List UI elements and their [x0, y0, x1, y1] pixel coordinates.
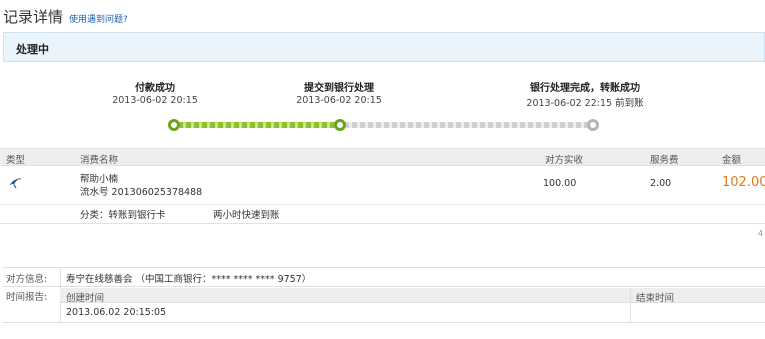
- edge-glyph: 4: [758, 229, 764, 238]
- table-header: 类型 消费名称 对方实收 服务费 金额: [0, 148, 765, 166]
- help-link[interactable]: 使用遇到问题?: [69, 12, 128, 25]
- step-title: 银行处理完成，转账成功: [530, 83, 640, 94]
- step-submitted-to-bank: 提交到银行处理 2013-06-02 20:15: [259, 79, 419, 106]
- col-name: 消费名称: [80, 155, 119, 166]
- counterparty-row: 对方信息: 寿宁在线慈善会 （中国工商银行：**** **** **** 975…: [3, 267, 765, 287]
- step-title: 提交到银行处理: [304, 83, 374, 94]
- step-time: 2013-06-02 20:15: [112, 95, 198, 106]
- end-time-header: 结束时间: [636, 293, 675, 304]
- progress-segment-pending: [344, 122, 590, 128]
- created-time-value: 2013.06.02 20:15:05: [66, 307, 167, 318]
- transfer-bird-icon: [9, 178, 21, 189]
- record-speed: 两小时快速到账: [213, 210, 280, 221]
- col-type: 类型: [6, 155, 26, 166]
- record-received: 100.00: [543, 178, 577, 189]
- record-amount: 102.00: [722, 175, 765, 190]
- record-name: 帮助小楠: [80, 174, 119, 185]
- page-title: 记录详情: [3, 8, 64, 26]
- page-header: 记录详情 使用遇到问题?: [3, 6, 128, 26]
- col-amount: 金额: [722, 155, 742, 166]
- created-time-header: 创建时间: [66, 293, 105, 304]
- time-column-divider: [630, 288, 631, 323]
- record-category: 分类：转账到银行卡: [80, 210, 166, 221]
- step-time: 2013-06-02 20:15: [296, 95, 382, 106]
- time-report-header: 创建时间 结束时间: [60, 288, 765, 304]
- progress-segment-done: [178, 122, 340, 128]
- step-title: 付款成功: [135, 83, 175, 94]
- step-payment-success: 付款成功 2013-06-02 20:15: [75, 79, 235, 106]
- progress-node-1-icon: [168, 119, 180, 131]
- progress-node-2-icon: [334, 119, 346, 131]
- step-time: 2013-06-02 22:15 前到账: [526, 98, 644, 109]
- col-received: 对方实收: [545, 155, 584, 166]
- record-serial: 流水号 201306025378488: [80, 187, 203, 198]
- step-bank-complete: 银行处理完成，转账成功 2013-06-02 22:15 前到账: [505, 79, 665, 109]
- counterparty-label: 对方信息:: [6, 274, 48, 285]
- col-fee: 服务费: [650, 155, 679, 166]
- counterparty-value: 寿宁在线慈善会 （中国工商银行：**** **** **** 9757）: [66, 274, 312, 285]
- status-label: 处理中: [16, 43, 49, 56]
- record-fee: 2.00: [650, 178, 672, 189]
- time-report-label: 时间报告:: [6, 292, 48, 303]
- status-bar: 处理中: [3, 32, 765, 62]
- step-note: 前到账: [615, 98, 644, 109]
- progress-node-3-icon: [587, 119, 599, 131]
